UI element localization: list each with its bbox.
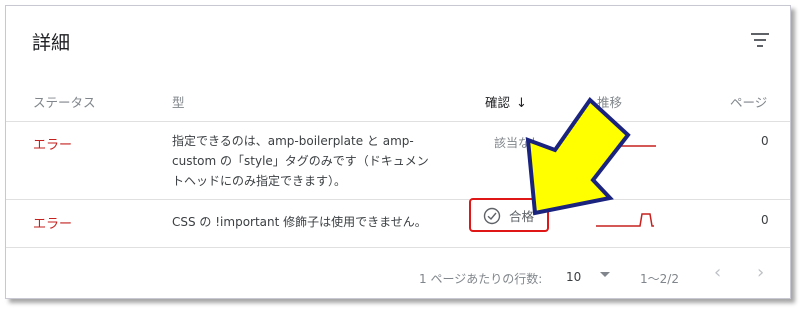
header-confirm[interactable]: 確認 ↓ bbox=[485, 92, 527, 111]
confirm-cell: 該当なし bbox=[494, 136, 543, 150]
pages-cell: 0 bbox=[761, 213, 769, 227]
pass-label: 合格 bbox=[509, 209, 535, 224]
pages-cell: 0 bbox=[761, 134, 769, 148]
filter-icon[interactable] bbox=[751, 33, 769, 47]
card-title: 詳細 bbox=[32, 32, 71, 54]
check-circle-icon bbox=[483, 207, 501, 224]
pass-status[interactable]: 合格 bbox=[483, 206, 534, 225]
rows-per-page-value: 10 bbox=[566, 270, 582, 284]
rows-per-page-label: 1 ページあたりの行数: bbox=[419, 272, 543, 286]
status-cell: エラー bbox=[33, 138, 73, 153]
type-cell: 指定できるのは、amp-boilerplate と amp-custom の「s… bbox=[172, 134, 429, 188]
header-confirm-label: 確認 bbox=[485, 95, 511, 110]
trend-sparkline bbox=[596, 213, 654, 227]
status-cell: エラー bbox=[33, 217, 73, 232]
chevron-right-icon[interactable]: › bbox=[757, 262, 764, 283]
row-divider bbox=[6, 247, 790, 248]
header-pages[interactable]: ページ bbox=[730, 92, 767, 111]
chevron-down-icon[interactable] bbox=[600, 272, 610, 277]
header-type[interactable]: 型 bbox=[172, 92, 185, 111]
type-cell: CSS の !important 修飾子は使用できません。 bbox=[172, 215, 427, 229]
pass-highlight-box: 合格 bbox=[469, 198, 549, 232]
row-divider bbox=[6, 199, 790, 200]
rows-per-page-select[interactable]: 10 bbox=[566, 270, 581, 284]
chevron-left-icon[interactable]: ‹ bbox=[714, 262, 721, 283]
header-trend[interactable]: 推移 bbox=[597, 92, 622, 111]
arrow-down-icon: ↓ bbox=[516, 96, 527, 111]
details-card: 詳細 ステータス 型 確認 ↓ 推移 ページ エラー 指定できるのは、amp-bo… bbox=[5, 5, 791, 299]
page-range: 1〜2/2 bbox=[640, 272, 679, 286]
header-divider bbox=[6, 121, 790, 122]
trend-sparkline bbox=[616, 145, 656, 147]
header-status[interactable]: ステータス bbox=[33, 92, 96, 111]
